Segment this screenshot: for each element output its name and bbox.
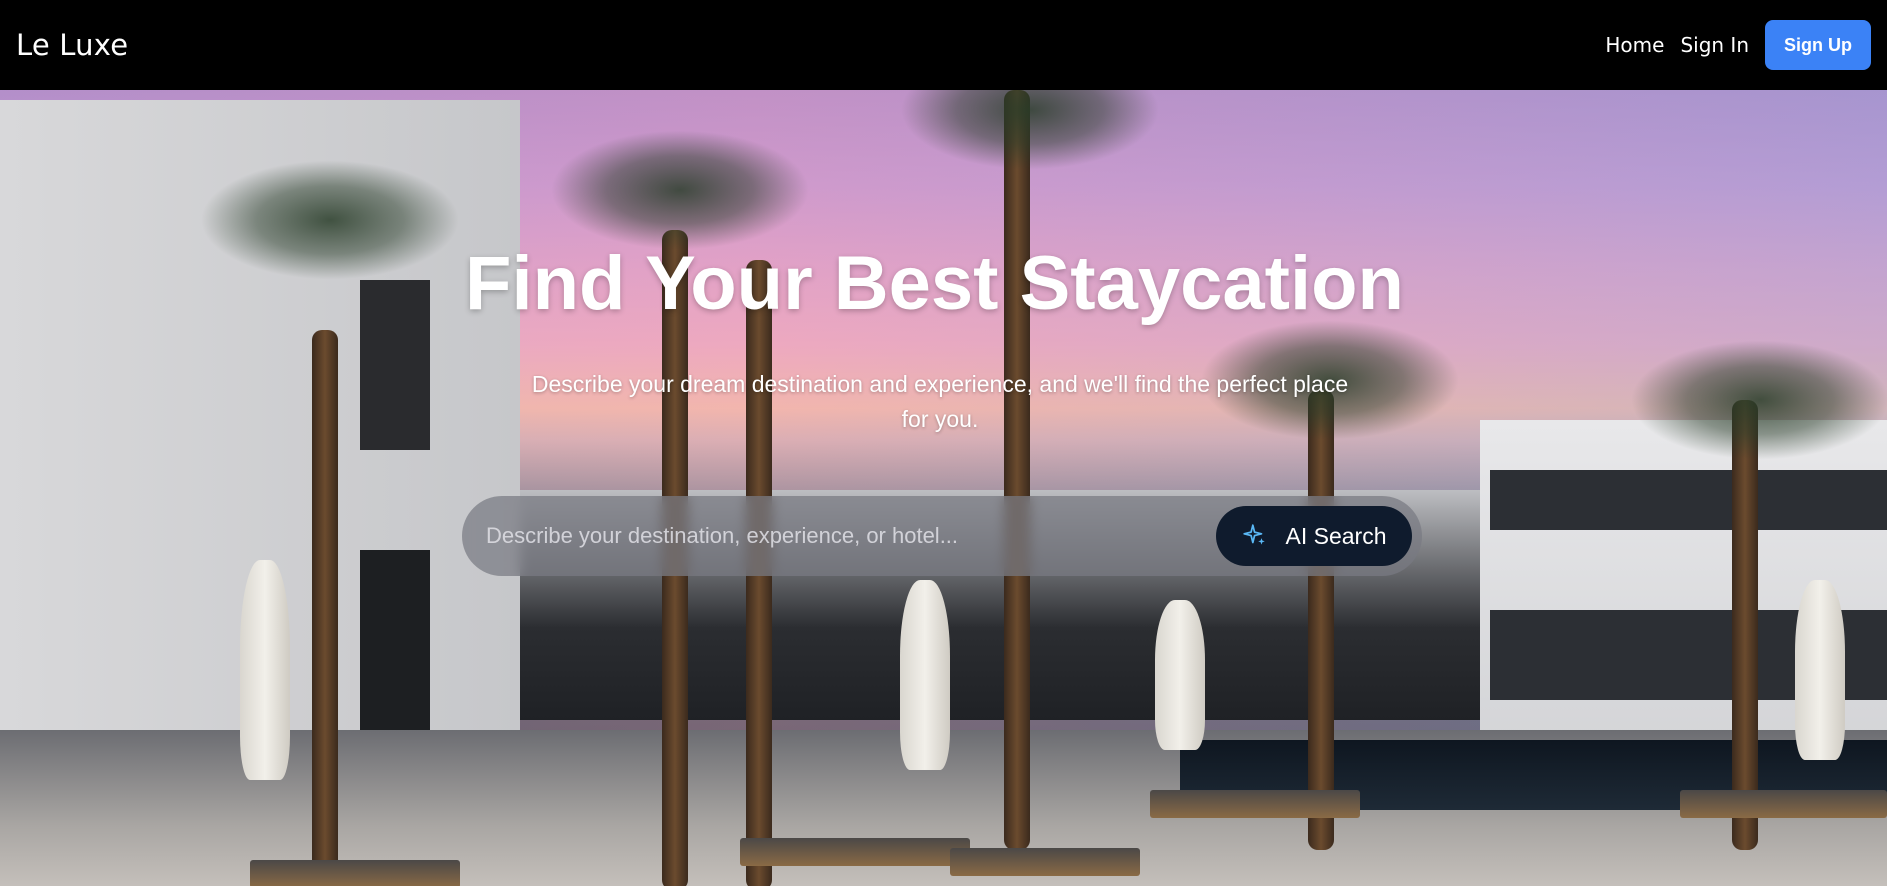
patio-umbrella xyxy=(1795,580,1845,760)
nav-links: Home Sign In Sign Up xyxy=(1605,20,1871,70)
palm-tree xyxy=(312,330,338,886)
destination-search-input[interactable] xyxy=(486,523,1216,549)
search-bar: AI Search xyxy=(462,496,1422,576)
brand-logo[interactable]: Le Luxe xyxy=(16,28,128,62)
lounge-chair xyxy=(950,848,1140,876)
hero-section: Find Your Best Staycation Describe your … xyxy=(0,90,1887,886)
palm-tree xyxy=(1308,390,1334,850)
lounge-chair xyxy=(1680,790,1887,818)
sparkle-icon xyxy=(1242,524,1265,545)
patio-umbrella xyxy=(240,560,290,780)
hero-title: Find Your Best Staycation xyxy=(0,240,1884,327)
nav-signin-link[interactable]: Sign In xyxy=(1680,33,1749,57)
patio-umbrella xyxy=(900,580,950,770)
lounge-chair xyxy=(250,860,460,886)
ai-search-button[interactable]: AI Search xyxy=(1216,506,1412,566)
patio-umbrella xyxy=(1155,600,1205,750)
right-building-windows xyxy=(1490,470,1887,530)
palm-frond xyxy=(550,130,810,250)
ai-search-label: AI Search xyxy=(1285,522,1387,549)
palm-tree xyxy=(1732,400,1758,850)
palm-frond xyxy=(1630,340,1887,460)
lounge-chair xyxy=(1150,790,1360,818)
hero-title-text: Find Your Best Staycation xyxy=(465,241,1404,326)
lounge-chair xyxy=(740,838,970,866)
navbar: Le Luxe Home Sign In Sign Up xyxy=(0,0,1887,90)
signup-button[interactable]: Sign Up xyxy=(1765,20,1871,70)
nav-home-link[interactable]: Home xyxy=(1605,33,1664,57)
palm-tree xyxy=(1004,90,1030,850)
hero-subtitle: Describe your dream destination and expe… xyxy=(531,371,1349,432)
